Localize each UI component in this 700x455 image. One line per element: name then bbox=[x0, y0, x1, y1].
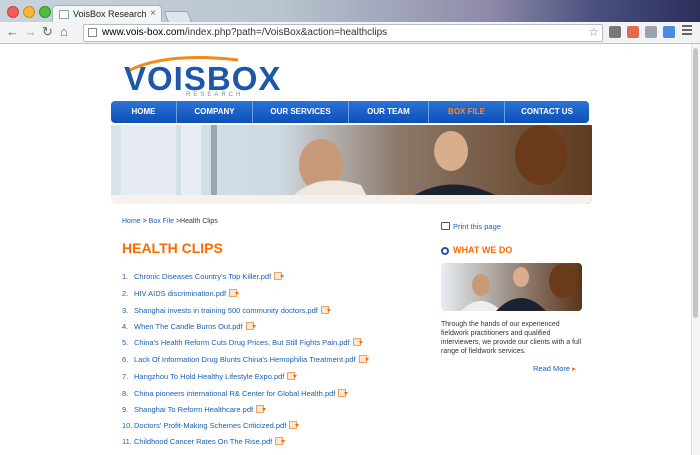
pdf-download-icon[interactable] bbox=[358, 355, 369, 363]
breadcrumb-box-file[interactable]: Box File bbox=[149, 218, 174, 225]
reload-icon[interactable]: ↻ bbox=[42, 25, 53, 39]
nav-home[interactable]: HOME bbox=[111, 101, 177, 123]
page-title: HEALTH CLIPS bbox=[122, 240, 223, 256]
what-we-do-image bbox=[441, 263, 582, 311]
list-item[interactable]: 4. When The Candle Burns Out.pdf bbox=[122, 322, 256, 331]
address-bar[interactable]: www.vois-box.com/index.php?path=/VoisBox… bbox=[83, 24, 603, 42]
what-we-do-description: Through the hands of our experienced fie… bbox=[441, 321, 582, 355]
circle-bullet-icon bbox=[441, 247, 449, 255]
print-page-link[interactable]: Print this page bbox=[441, 222, 501, 231]
site-logo[interactable]: VOISBOX RESEARCH bbox=[124, 56, 281, 98]
nav-our-team[interactable]: OUR TEAM bbox=[349, 101, 429, 123]
home-icon[interactable]: ⌂ bbox=[60, 25, 68, 39]
header-banner-image bbox=[111, 125, 592, 204]
nav-company[interactable]: COMPANY bbox=[177, 101, 253, 123]
list-item[interactable]: 6. Lack Of Information Drug Blunts China'… bbox=[122, 355, 369, 364]
read-more-link[interactable]: Read More ▸ bbox=[533, 364, 576, 373]
logo-subtitle: RESEARCH bbox=[186, 92, 244, 98]
extension-icon[interactable] bbox=[663, 26, 675, 38]
logo-swoosh-icon bbox=[129, 56, 239, 72]
pdf-download-icon[interactable] bbox=[338, 389, 349, 397]
nav-contact-us[interactable]: CONTACT US bbox=[505, 101, 589, 123]
main-navigation: HOME COMPANY OUR SERVICES OUR TEAM BOX F… bbox=[111, 101, 589, 123]
breadcrumb-home[interactable]: Home bbox=[122, 218, 141, 225]
window-titlebar: VoisBox Research × bbox=[0, 0, 700, 23]
url-text: www.vois-box.com/index.php?path=/VoisBox… bbox=[102, 27, 388, 38]
list-item[interactable]: 1. Chronic Diseases Country's Top Killer.… bbox=[122, 272, 285, 281]
vertical-scrollbar[interactable] bbox=[691, 44, 700, 455]
browser-menu-icon[interactable] bbox=[682, 25, 692, 37]
minimize-window-button[interactable] bbox=[23, 6, 35, 18]
bookmark-star-icon[interactable]: ☆ bbox=[588, 25, 599, 39]
pdf-download-icon[interactable] bbox=[320, 306, 331, 314]
what-we-do-heading: WHAT WE DO bbox=[441, 245, 512, 255]
list-item[interactable]: 8. China pioneers international R& Center… bbox=[122, 389, 349, 398]
back-arrow-icon[interactable]: ← bbox=[6, 25, 19, 39]
printer-icon bbox=[441, 222, 450, 230]
nav-our-services[interactable]: OUR SERVICES bbox=[253, 101, 349, 123]
pdf-download-icon[interactable] bbox=[289, 421, 300, 429]
pdf-download-icon[interactable] bbox=[275, 437, 286, 445]
pdf-download-icon[interactable] bbox=[352, 338, 363, 346]
extension-icon[interactable] bbox=[609, 26, 621, 38]
close-window-button[interactable] bbox=[7, 6, 19, 18]
list-item[interactable]: 9. Shanghai To Reform Healthcare.pdf bbox=[122, 405, 267, 414]
browser-tab[interactable]: VoisBox Research × bbox=[52, 5, 162, 23]
list-item[interactable]: 7. Hangzhou To Hold Healthy Lifestyle Exp… bbox=[122, 372, 298, 381]
extension-icon[interactable] bbox=[627, 26, 639, 38]
pdf-download-icon[interactable] bbox=[245, 322, 256, 330]
list-item[interactable]: 3. Shanghai invests in training 500 commu… bbox=[122, 306, 331, 315]
pdf-download-icon[interactable] bbox=[287, 372, 298, 380]
list-item[interactable]: 10. Doctors' Profit-Making Schemes Critic… bbox=[122, 421, 300, 430]
tab-close-icon[interactable]: × bbox=[150, 8, 156, 19]
pdf-download-icon[interactable] bbox=[229, 289, 240, 297]
list-item[interactable]: 2. HIV AIDS discrimination.pdf bbox=[122, 289, 240, 298]
shield-icon[interactable] bbox=[645, 26, 657, 38]
nav-box-file[interactable]: BOX FILE bbox=[429, 101, 505, 123]
tab-title: VoisBox Research bbox=[73, 9, 147, 19]
scrollbar-thumb[interactable] bbox=[693, 48, 698, 318]
pdf-download-icon[interactable] bbox=[274, 272, 285, 280]
chevron-right-icon: ▸ bbox=[572, 364, 576, 373]
pdf-download-icon[interactable] bbox=[256, 405, 267, 413]
zoom-window-button[interactable] bbox=[39, 6, 51, 18]
breadcrumb: Home > Box File >Health Clips bbox=[122, 218, 218, 225]
list-item[interactable]: 11. Childhood Cancer Rates On The Rise.pd… bbox=[122, 437, 286, 446]
browser-toolbar: ← → ↻ ⌂ www.vois-box.com/index.php?path=… bbox=[0, 22, 700, 44]
page-favicon-icon bbox=[59, 10, 69, 19]
list-item[interactable]: 5. China's Health Reform Cuts Drug Prices… bbox=[122, 338, 363, 347]
breadcrumb-current: Health Clips bbox=[180, 218, 218, 225]
forward-arrow-icon[interactable]: → bbox=[24, 25, 37, 39]
page-icon bbox=[88, 28, 97, 37]
